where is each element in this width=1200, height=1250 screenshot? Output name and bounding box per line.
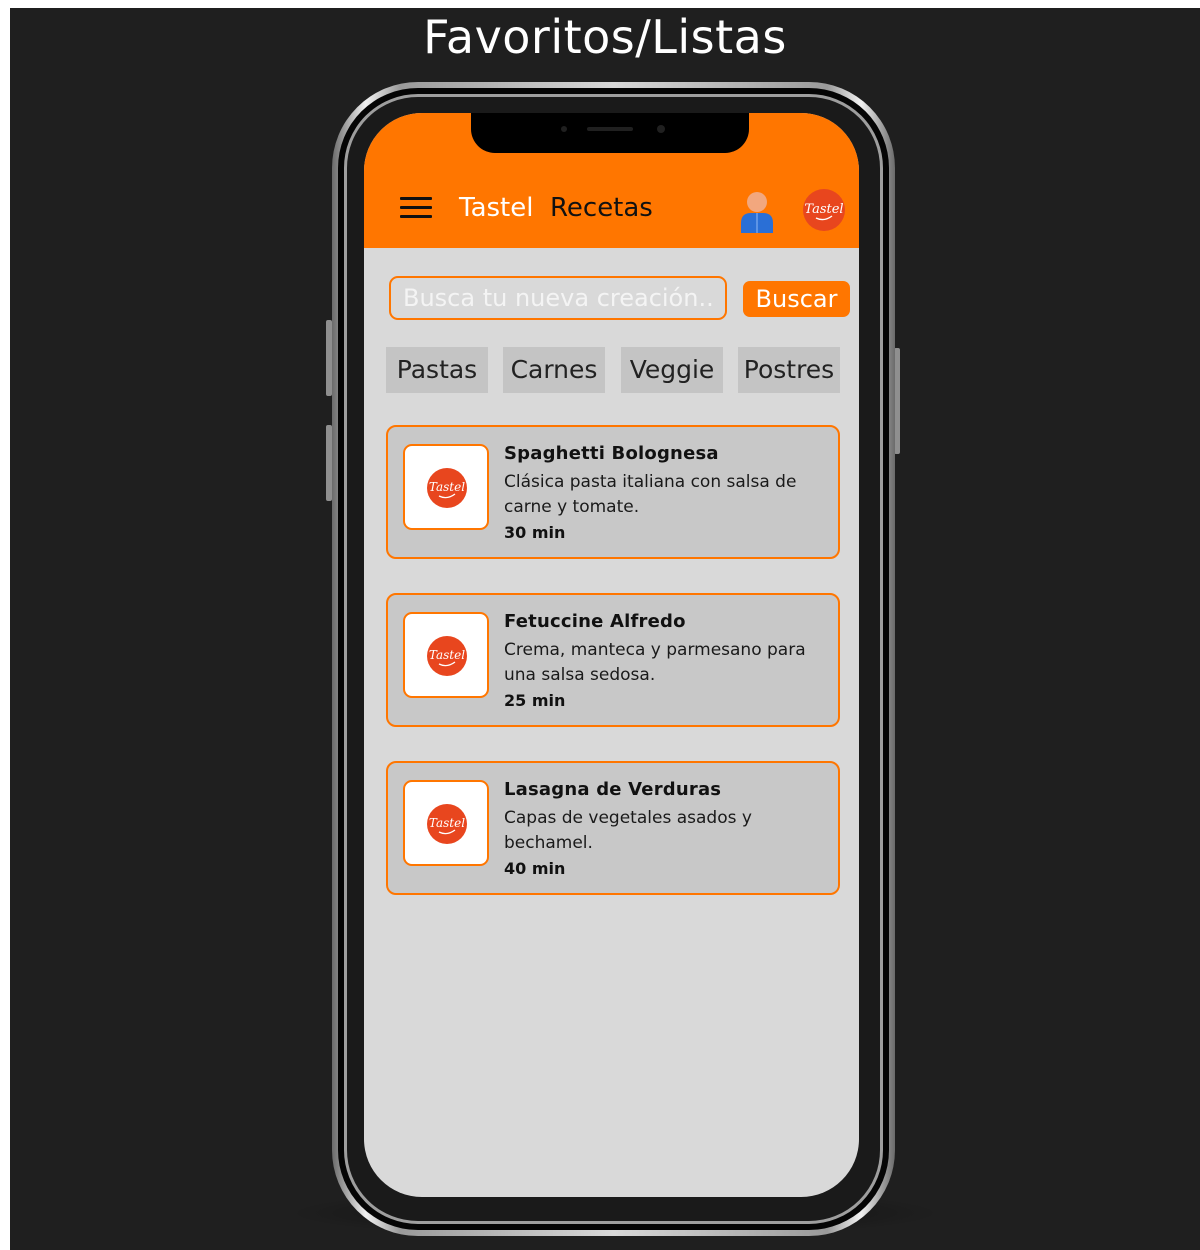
recipe-card[interactable]: Tastel Lasagna de Verduras Capas de vege… [386,761,840,895]
notch-speaker [587,127,633,131]
category-chip-veggie[interactable]: Veggie [621,347,723,393]
brand-label[interactable]: Tastel [459,193,533,223]
logo-wordmark: Tastel [429,480,465,494]
recipe-description: Capas de vegetales asados y bechamel. [504,808,752,853]
logo-wordmark: Tastel [429,816,465,830]
app-header: Tastel Recetas Tastel [364,113,859,248]
logo-wordmark: Tastel [429,648,465,662]
recipe-thumbnail: Tastel [403,780,489,866]
recipe-title: Fetuccine Alfredo [504,611,686,632]
tastel-logo-icon[interactable]: Tastel [802,188,846,232]
user-profile-icon[interactable] [738,189,776,233]
notch-camera [657,125,665,133]
category-chip-postres[interactable]: Postres [738,347,840,393]
tastel-logo-icon: Tastel [427,804,467,844]
tastel-logo-icon: Tastel [427,636,467,676]
recipe-title: Spaghetti Bolognesa [504,443,719,464]
recipe-card[interactable]: Tastel Fetuccine Alfredo Crema, manteca … [386,593,840,727]
page-title: Favoritos/Listas [423,10,787,64]
search-button[interactable]: Buscar [743,281,850,317]
tastel-logo-icon: Tastel [427,468,467,508]
search-input[interactable] [389,276,727,320]
notch-sensor [561,126,567,132]
nav-recipes-link[interactable]: Recetas [550,193,653,223]
category-chip-carnes[interactable]: Carnes [503,347,605,393]
category-chip-pastas[interactable]: Pastas [386,347,488,393]
phone-notch [471,113,749,153]
recipe-time: 40 min [504,859,566,878]
phone-screen: Tastel Recetas Tastel Buscar Pastas Car [364,113,859,1197]
logo-wordmark: Tastel [804,202,843,217]
recipe-time: 25 min [504,691,566,710]
recipe-thumbnail: Tastel [403,612,489,698]
recipe-title: Lasagna de Verduras [504,779,722,800]
recipe-description: Crema, manteca y parmesano para una sals… [504,640,806,685]
recipe-description: Clásica pasta italiana con salsa de carn… [504,472,797,517]
recipe-card[interactable]: Tastel Spaghetti Bolognesa Clásica pasta… [386,425,840,559]
hamburger-menu-icon[interactable] [400,197,432,219]
recipe-time: 30 min [504,523,566,542]
recipe-thumbnail: Tastel [403,444,489,530]
canvas-background: Favoritos/Listas Tastel Recetas Tastel B… [10,8,1200,1250]
